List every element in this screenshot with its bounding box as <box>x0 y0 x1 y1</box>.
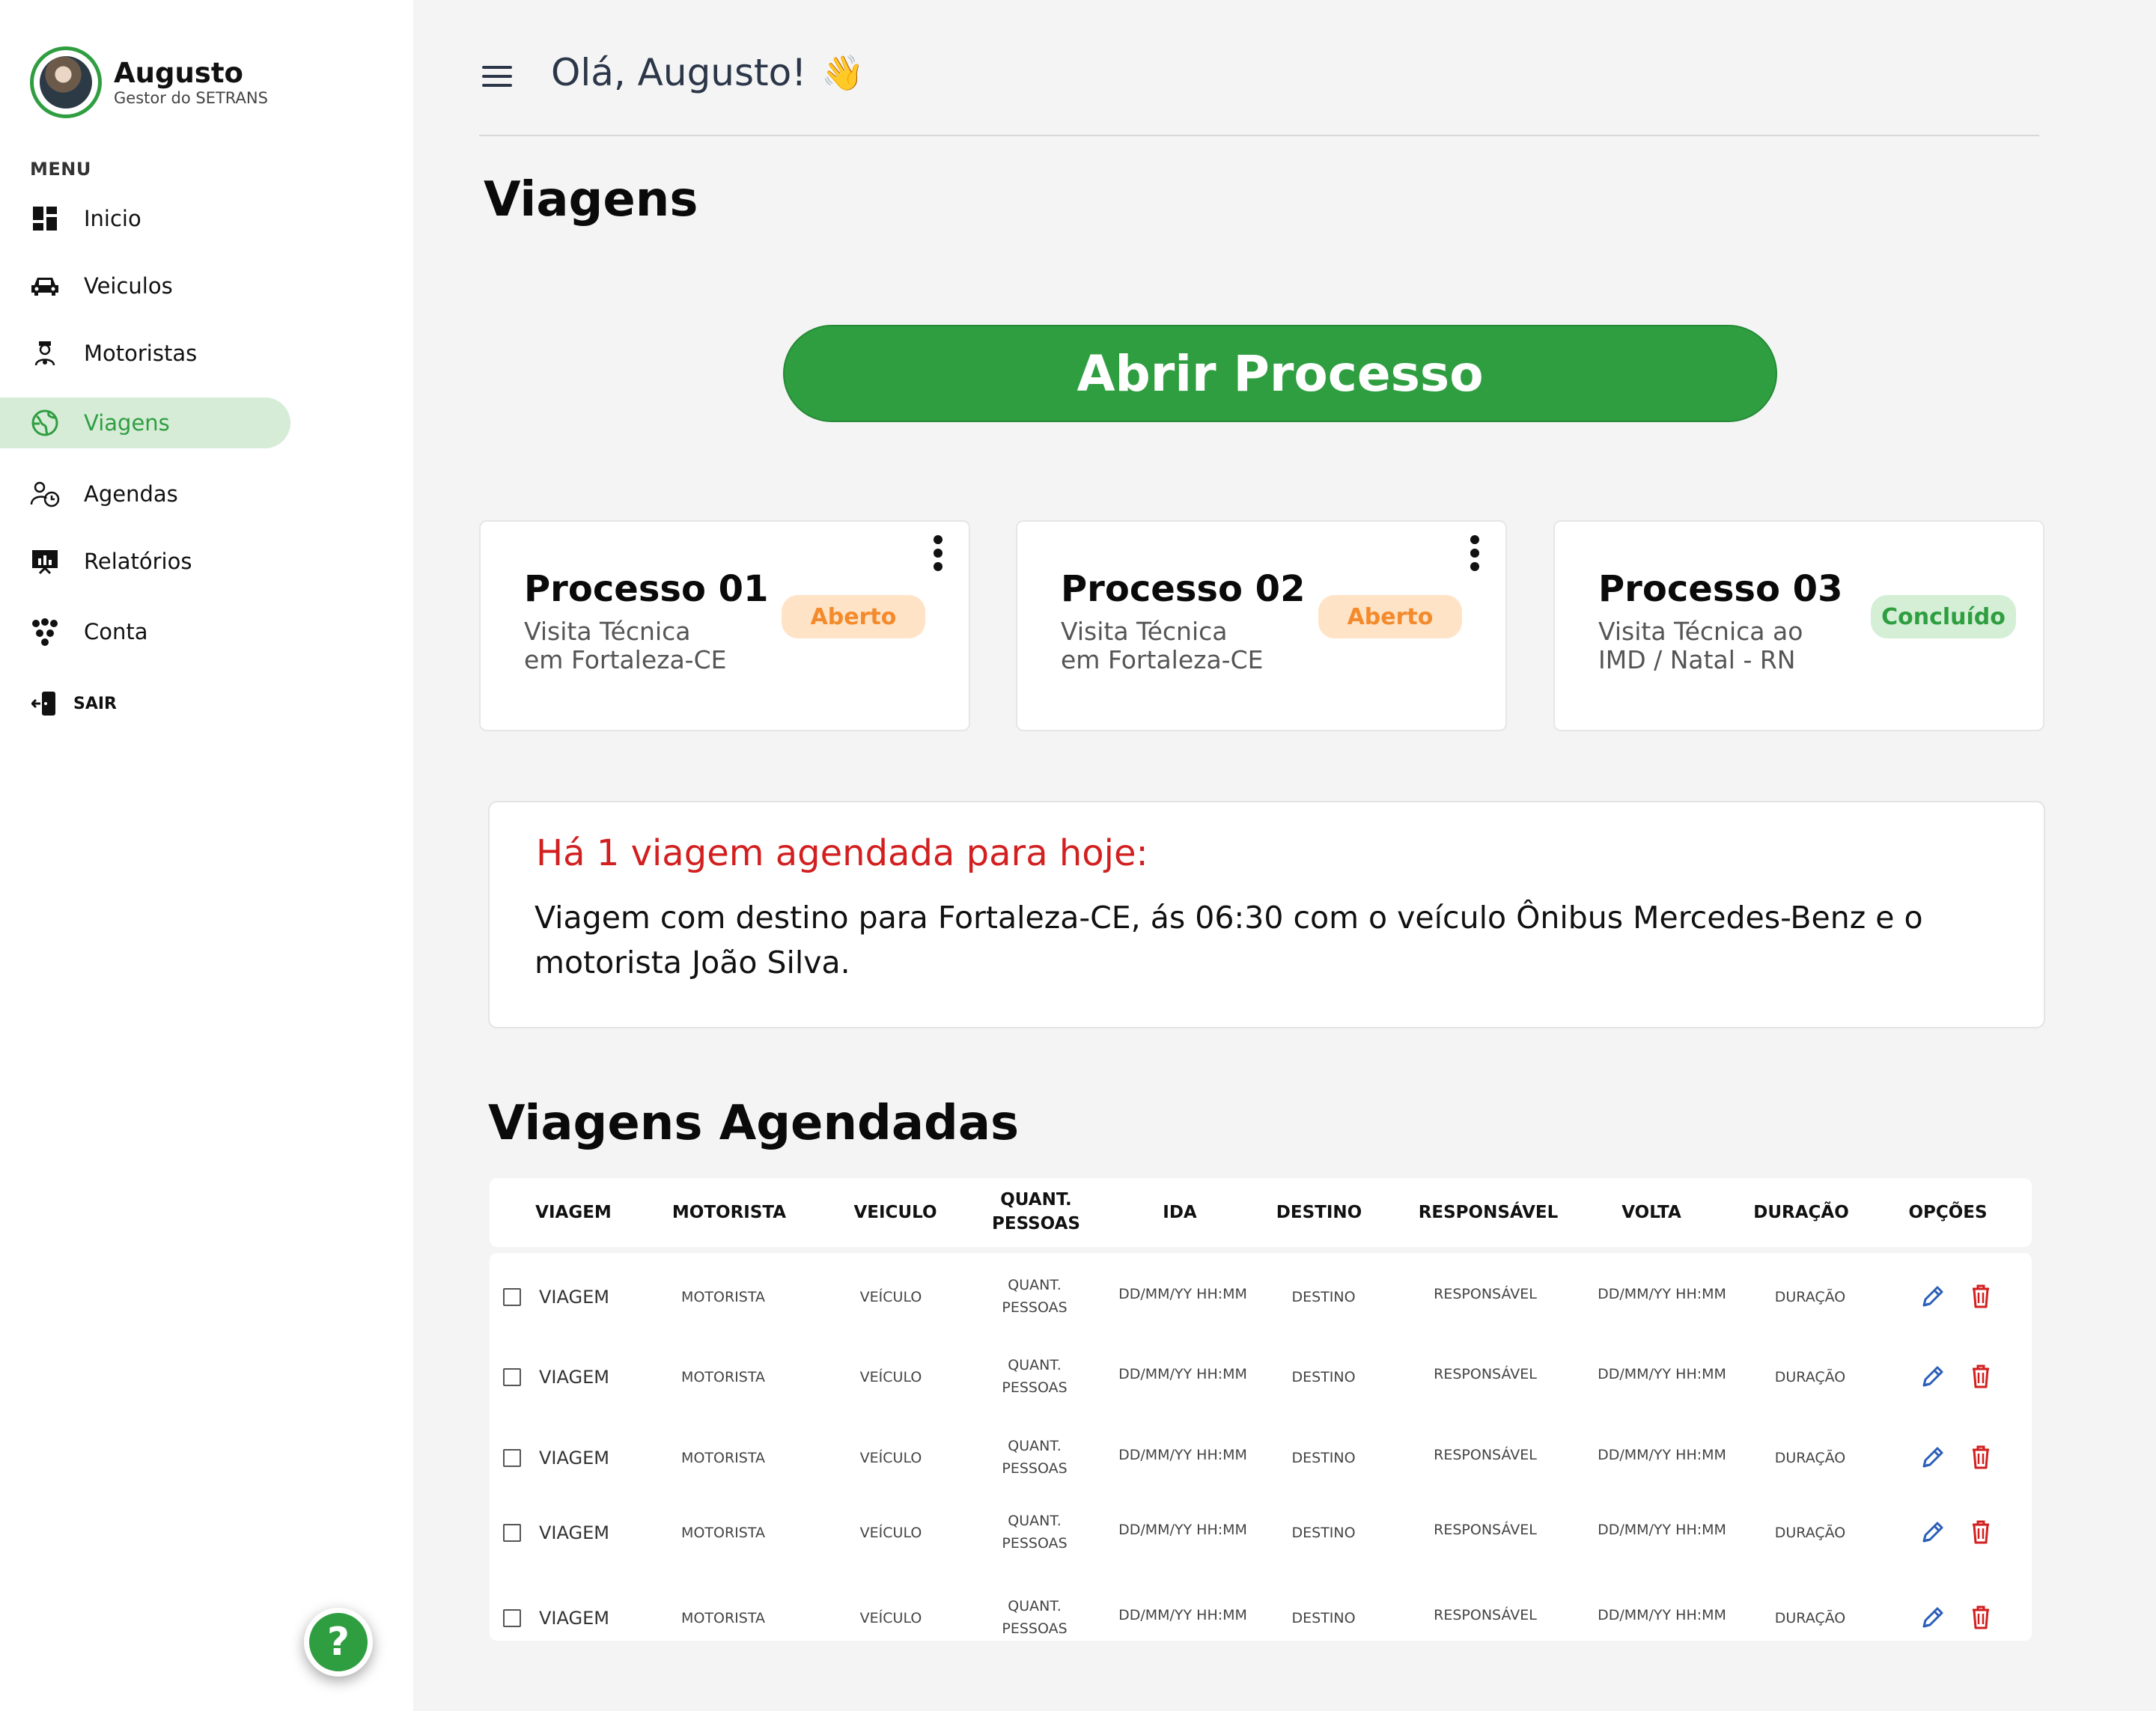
more-options-icon[interactable] <box>1470 535 1480 576</box>
account-icon <box>30 617 60 647</box>
menu-title: MENU <box>30 159 91 180</box>
sidebar-item-inicio[interactable]: Inicio <box>0 193 290 244</box>
table-body: VIAGEM MOTORISTA VEÍCULO DD/MM/YY HH:MM DEST… <box>490 1253 2032 1641</box>
sidebar-item-label: Viagens <box>84 410 170 436</box>
column-header: VIAGEM <box>535 1203 612 1222</box>
today-trip-alert: Há 1 viagem agendada para hoje: Viagem c… <box>488 801 2045 1028</box>
help-button[interactable]: ? <box>304 1608 373 1677</box>
sidebar-item-label: Motoristas <box>84 341 198 366</box>
open-process-button[interactable]: Abrir Processo <box>783 325 1777 422</box>
cell-quant: QUANT. <box>1008 1598 1062 1614</box>
sidebar-item-label: Relatórios <box>84 549 192 574</box>
status-badge: Aberto <box>782 595 925 638</box>
process-description: Visita Técnica em Fortaleza-CE <box>524 617 727 674</box>
process-card[interactable]: Processo 03 Visita Técnica ao IMD / Natal… <box>1553 520 2044 731</box>
table-header: VIAGEM MOTORISTA VEICULO QUANT. PESSOAS … <box>490 1178 2032 1247</box>
logout-icon <box>30 689 60 719</box>
process-card[interactable]: Processo 02 Visita Técnica em Fortaleza-C… <box>1016 520 1507 731</box>
page-title: Viagens <box>484 172 698 228</box>
row-checkbox[interactable] <box>503 1609 521 1627</box>
process-description: Visita Técnica ao IMD / Natal - RN <box>1598 617 1803 674</box>
sidebar-item-label: Inicio <box>84 206 141 231</box>
column-header: MOTORISTA <box>672 1203 787 1222</box>
dashboard-icon <box>30 204 60 234</box>
cell-duracao: DURAÇÃO <box>1774 1610 1846 1626</box>
status-badge: Concluído <box>1871 595 2016 638</box>
greeting-text: Olá, Augusto! <box>551 51 807 94</box>
driver-icon <box>30 338 60 368</box>
column-header: VOLTA <box>1621 1203 1681 1222</box>
cell-responsavel: RESPONSÁVEL <box>1434 1607 1537 1623</box>
process-card[interactable]: Processo 01 Visita Técnica em Fortaleza-C… <box>479 520 970 731</box>
user-role: Gestor do SETRANS <box>114 89 268 107</box>
process-description: Visita Técnica em Fortaleza-CE <box>1061 617 1264 674</box>
process-title: Processo 03 <box>1598 568 1843 610</box>
alert-body: Viagem com destino para Fortaleza-CE, ás… <box>535 900 1923 980</box>
alert-title: Há 1 viagem agendada para hoje: <box>536 832 1148 874</box>
globe-icon <box>30 408 60 438</box>
sidebar-item-agendas[interactable]: Agendas <box>0 469 290 519</box>
column-header: QUANT. <box>1000 1190 1072 1210</box>
user-profile[interactable]: Augusto Gestor do SETRANS <box>30 46 268 118</box>
user-name: Augusto <box>114 57 243 89</box>
edit-icon[interactable] <box>1919 1604 1946 1631</box>
process-title: Processo 01 <box>524 568 769 610</box>
column-header: IDA <box>1163 1203 1197 1222</box>
car-icon <box>30 271 60 301</box>
cell-volta: DD/MM/YY HH:MM <box>1598 1607 1726 1623</box>
cell-destino: DESTINO <box>1291 1610 1356 1626</box>
sidebar-item-label: Veiculos <box>84 273 173 299</box>
table-row: VIAGEM MOTORISTA VEÍCULO DD/MM/YY HH:MM DEST… <box>490 1253 2032 1641</box>
wave-icon: 👋 <box>821 52 865 93</box>
column-header: PESSOAS <box>992 1214 1080 1233</box>
help-icon: ? <box>326 1620 350 1665</box>
column-header: OPÇÕES <box>1908 1203 1988 1222</box>
cell-viagem: VIAGEM <box>539 1608 609 1629</box>
column-header: RESPONSÁVEL <box>1418 1203 1559 1222</box>
cell-ida: DD/MM/YY HH:MM <box>1118 1607 1247 1623</box>
section-title: Viagens Agendadas <box>488 1096 1020 1151</box>
sidebar: Augusto Gestor do SETRANS MENU Inicio Ve… <box>0 0 413 1711</box>
sidebar-item-relatorios[interactable]: Relatórios <box>0 536 290 587</box>
delete-icon[interactable] <box>1967 1604 1994 1631</box>
logout-button[interactable]: SAIR <box>0 678 290 729</box>
menu-toggle-icon[interactable] <box>482 66 512 87</box>
avatar <box>30 46 102 118</box>
more-options-icon[interactable] <box>933 535 943 576</box>
greeting: Olá, Augusto! 👋 <box>551 51 865 94</box>
report-icon <box>30 546 60 576</box>
sidebar-item-label: Conta <box>84 619 148 644</box>
cell-veiculo: VEÍCULO <box>859 1610 922 1626</box>
status-badge: Aberto <box>1318 595 1462 638</box>
process-title: Processo 02 <box>1061 568 1306 610</box>
sidebar-item-viagens[interactable]: Viagens <box>0 397 290 448</box>
sidebar-item-label: Agendas <box>84 481 178 507</box>
sidebar-item-motoristas[interactable]: Motoristas <box>0 328 290 379</box>
sidebar-item-veiculos[interactable]: Veiculos <box>0 260 290 311</box>
cell-motorista: MOTORISTA <box>681 1610 765 1626</box>
column-header: VEICULO <box>853 1203 937 1222</box>
header-divider <box>479 135 2039 136</box>
column-header: DESTINO <box>1276 1203 1362 1222</box>
schedule-icon <box>30 479 60 509</box>
cell-pessoas: PESSOAS <box>1002 1620 1068 1637</box>
sidebar-item-conta[interactable]: Conta <box>0 606 290 657</box>
column-header: DURAÇÃO <box>1753 1203 1849 1222</box>
logout-label: SAIR <box>73 694 117 713</box>
